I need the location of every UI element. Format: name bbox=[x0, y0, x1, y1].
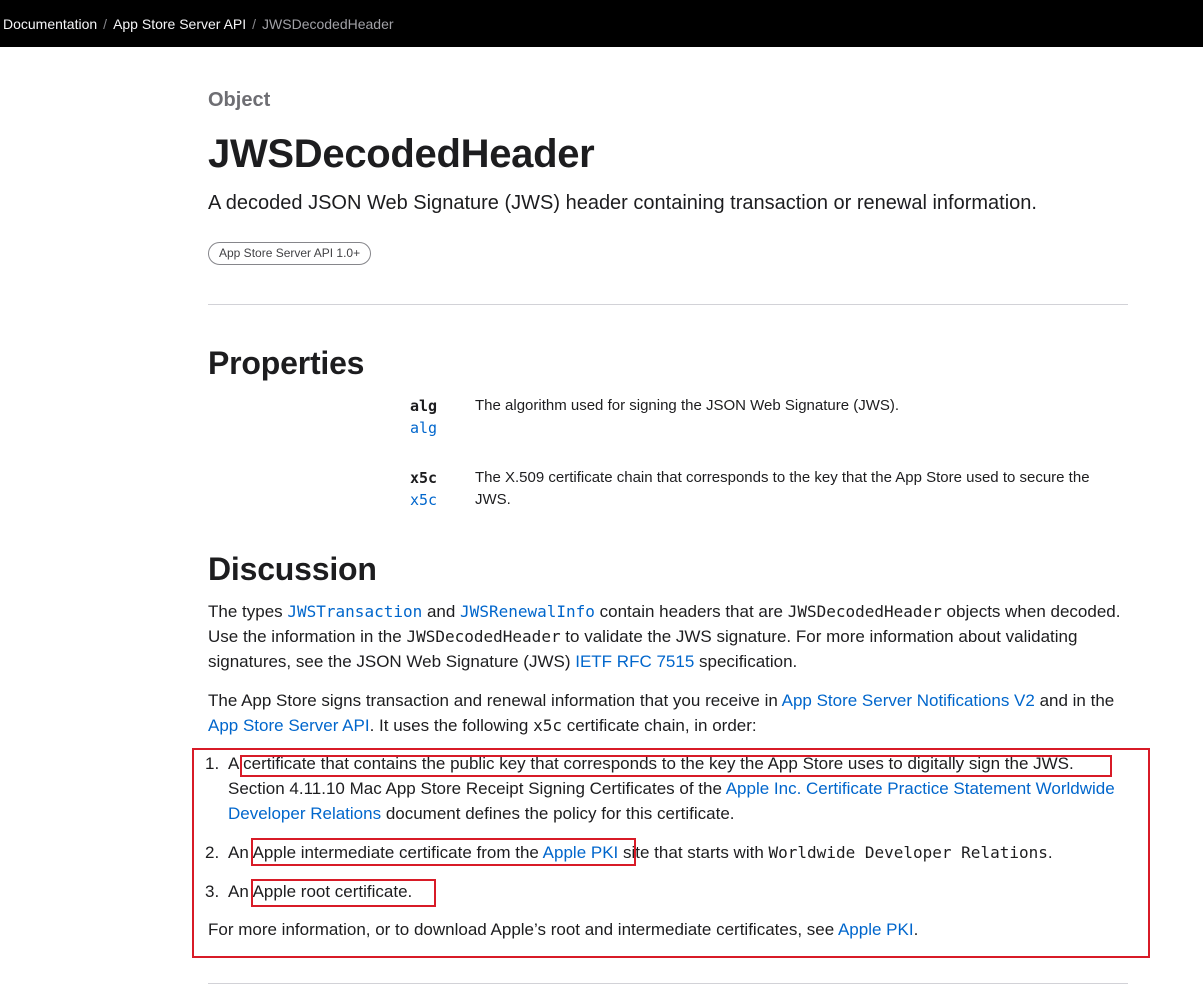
discussion-paragraph: For more information, or to download App… bbox=[208, 917, 1128, 942]
availability-badge: App Store Server API 1.0+ bbox=[208, 242, 372, 265]
text: specification. bbox=[694, 652, 798, 671]
apple-pki-link[interactable]: Apple PKI bbox=[838, 920, 914, 939]
text: and in the bbox=[1034, 691, 1115, 710]
text: certificate chain, in order: bbox=[561, 716, 757, 735]
text: An Apple intermediate certificate from t… bbox=[228, 843, 543, 862]
text: . bbox=[1047, 843, 1053, 862]
jwstransaction-link[interactable]: JWSTransaction bbox=[287, 602, 422, 621]
discussion-heading: Discussion bbox=[208, 551, 377, 587]
breadcrumb-current: JWSDecodedHeader bbox=[262, 15, 394, 32]
discussion-paragraph: The types JWSTransaction and JWSRenewalI… bbox=[208, 599, 1128, 674]
properties-heading: Properties bbox=[208, 345, 365, 381]
breadcrumb-app-store-server-api[interactable]: App Store Server API bbox=[113, 16, 246, 32]
text: An Apple root certificate. bbox=[228, 882, 413, 901]
text: For more information, or to download App… bbox=[208, 920, 838, 939]
list-item: A certificate that contains the public k… bbox=[228, 751, 1128, 826]
breadcrumb-separator: / bbox=[252, 15, 257, 32]
property-name: alg bbox=[410, 397, 438, 415]
breadcrumb-documentation[interactable]: Documentation bbox=[3, 16, 97, 32]
app-store-server-api-link[interactable]: App Store Server API bbox=[208, 716, 370, 735]
list-number: 3. bbox=[205, 882, 220, 901]
text: . bbox=[913, 920, 919, 939]
inline-code: JWSDecodedHeader bbox=[406, 627, 561, 646]
apple-pki-link[interactable]: Apple PKI bbox=[543, 843, 619, 862]
list-number: 2. bbox=[205, 843, 220, 862]
property-description: The X.509 certificate chain that corresp… bbox=[475, 469, 1090, 508]
text: contain headers that are bbox=[594, 602, 788, 621]
list-item: An Apple intermediate certificate from t… bbox=[228, 840, 1128, 865]
property-description: The algorithm used for signing the JSON … bbox=[475, 397, 900, 414]
list-number: 1. bbox=[205, 754, 220, 773]
text: document defines the policy for this cer… bbox=[381, 804, 735, 823]
breadcrumb: Documentation / App Store Server API / J… bbox=[0, 0, 1203, 47]
divider bbox=[208, 304, 1128, 305]
property-name: x5c bbox=[410, 469, 438, 487]
notifications-v2-link[interactable]: App Store Server Notifications V2 bbox=[782, 691, 1035, 710]
text: The App Store signs transaction and rene… bbox=[208, 691, 782, 710]
jwsrenewalinfo-link[interactable]: JWSRenewalInfo bbox=[460, 602, 595, 621]
symbol-kind: Object bbox=[208, 89, 271, 111]
inline-code: Worldwide Developer Relations bbox=[768, 843, 1048, 862]
page-abstract: A decoded JSON Web Signature (JWS) heade… bbox=[208, 192, 1037, 214]
inline-code: x5c bbox=[533, 716, 562, 735]
property-type-link[interactable]: alg bbox=[410, 417, 437, 439]
text: site that starts with bbox=[618, 843, 769, 862]
divider bbox=[208, 983, 1128, 984]
page-title: JWSDecodedHeader bbox=[208, 132, 595, 176]
text: and bbox=[422, 602, 461, 621]
property-type-link[interactable]: x5c bbox=[410, 489, 437, 511]
text: The types bbox=[208, 602, 288, 621]
text: . It uses the following bbox=[369, 716, 534, 735]
list-item: An Apple root certificate. bbox=[228, 879, 1128, 904]
inline-code: JWSDecodedHeader bbox=[787, 602, 942, 621]
discussion-paragraph: The App Store signs transaction and rene… bbox=[208, 688, 1128, 738]
breadcrumb-separator: / bbox=[103, 15, 108, 32]
ietf-rfc-link[interactable]: IETF RFC 7515 bbox=[575, 652, 694, 671]
